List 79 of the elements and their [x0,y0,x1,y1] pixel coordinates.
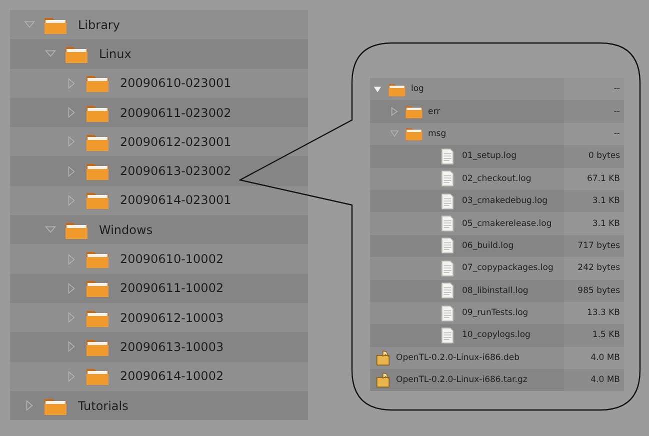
tree-item-label[interactable]: 20090614-10002 [120,369,224,384]
document-icon [441,260,454,277]
folder-icon [405,126,423,142]
package-icon [376,372,390,388]
tree-item-label[interactable]: 20090613-10003 [120,340,224,354]
tree-item-label[interactable]: 20090610-10002 [120,252,224,266]
folder-icon [85,190,110,210]
file-name[interactable]: 01_setup.log [462,151,516,162]
file-size: 0 bytes [588,151,620,162]
document-icon [441,148,454,165]
file-name[interactable]: OpenTL-0.2.0-Linux-i686.deb [396,352,520,363]
file-size: 717 bytes [578,240,620,251]
expand-arrow-icon[interactable] [66,282,77,294]
document-icon [441,282,454,300]
folder-icon [405,104,423,120]
collapse-arrow-icon[interactable] [45,48,56,60]
file-size: 3.1 KB [592,196,620,206]
folder-icon [85,73,110,94]
file-size: 13.3 KB [586,308,620,318]
tree-item-label[interactable]: Linux [99,46,132,61]
tree-item-label[interactable]: 20090612-023001 [120,134,232,149]
document-icon [441,304,454,322]
expand-arrow-icon[interactable] [66,107,77,118]
tree-item-label[interactable]: 20090611-10002 [120,281,224,296]
expand-arrow-icon[interactable] [66,254,77,265]
file-name[interactable]: 06_build.log [462,240,514,251]
folder-icon [85,278,110,298]
expand-arrow-icon[interactable] [66,312,77,324]
document-icon [441,215,454,232]
folder-icon [85,249,110,270]
expand-arrow-icon[interactable] [390,107,399,116]
collapse-arrow-icon[interactable] [24,19,35,30]
expand-arrow-icon[interactable] [66,136,77,148]
expand-arrow-icon[interactable] [66,166,77,177]
file-size: -- [614,84,620,94]
file-name[interactable]: msg [428,128,446,139]
file-size: 242 bytes [578,263,620,274]
file-size: 4.0 MB [590,352,620,363]
file-size: 3.1 KB [592,218,620,229]
folder-icon [85,366,110,386]
collapse-arrow-icon[interactable] [45,224,56,236]
file-name[interactable]: 08_libinstall.log [462,286,528,296]
file-name[interactable]: 09_runTests.log [462,308,528,318]
file-name[interactable]: 03_cmakedebug.log [462,196,548,206]
tree-item-label[interactable]: 20090612-10003 [120,310,224,325]
expand-arrow-icon[interactable] [66,194,77,206]
tree-item-label[interactable]: 20090611-023002 [120,106,232,120]
expand-arrow-icon[interactable] [66,78,77,89]
document-icon [441,170,454,188]
tree-item-label[interactable]: Tutorials [78,398,128,412]
tree-item-label[interactable]: Windows [99,222,153,237]
collapse-arrow-icon[interactable] [390,129,399,138]
file-size: 67.1 KB [586,174,620,184]
file-size: 1.5 KB [592,330,620,340]
file-name[interactable]: 07_copypackages.log [462,263,554,274]
folder-icon [388,82,406,97]
collapse-arrow-icon[interactable] [373,84,382,94]
file-name[interactable]: 02_checkout.log [462,174,532,184]
document-icon [441,192,454,210]
folder-icon [85,161,110,182]
expand-arrow-icon[interactable] [24,400,35,411]
package-icon [376,350,390,366]
file-name[interactable]: 05_cmakerelease.log [462,218,552,229]
file-name[interactable]: 10_copylogs.log [462,330,530,340]
expand-arrow-icon[interactable] [66,341,77,352]
file-name[interactable]: err [428,106,440,117]
file-name[interactable]: log [411,84,424,94]
file-size: -- [614,106,620,117]
file-size: 985 bytes [578,286,620,296]
file-size: -- [614,128,620,139]
file-name[interactable]: OpenTL-0.2.0-Linux-i686.tar.gz [396,375,528,386]
document-icon [441,326,454,344]
document-icon [441,237,454,254]
file-size: 4.0 MB [590,375,620,386]
tree-item-label[interactable]: Library [78,18,120,32]
tree-item-label[interactable]: 20090610-023001 [120,76,232,90]
expand-arrow-icon[interactable] [66,370,77,382]
tree-item-label[interactable]: 20090613-023002 [120,164,232,178]
tree-item-label[interactable]: 20090614-023001 [120,193,232,208]
